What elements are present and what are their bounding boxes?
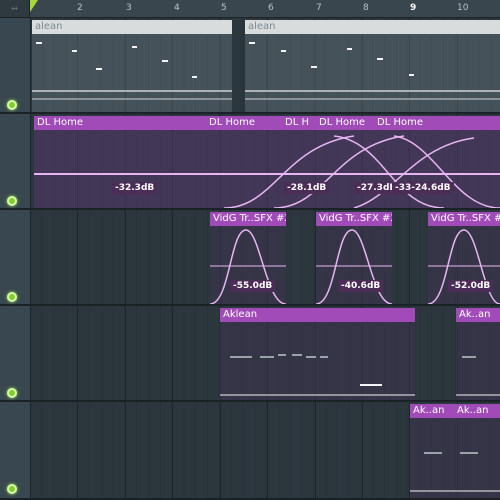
bar-number: 9 xyxy=(410,3,417,13)
volume-readout: -28.1dB xyxy=(284,182,330,194)
note xyxy=(230,356,252,358)
note xyxy=(32,90,232,92)
audio-clip-label: DL Home xyxy=(37,117,83,128)
track-header[interactable] xyxy=(0,210,30,306)
playlist-grid[interactable]: alean alean DL Home DL Home DL H DL Home… xyxy=(30,18,500,500)
note xyxy=(162,60,168,62)
clip-label: Aklean xyxy=(223,309,258,320)
note xyxy=(360,384,382,386)
note xyxy=(36,42,42,44)
clip-title[interactable]: Ak..an xyxy=(410,404,454,418)
track-enable-led[interactable] xyxy=(7,388,17,398)
note xyxy=(278,354,286,356)
audio-clip-title[interactable]: DL Home xyxy=(34,116,206,130)
track-header[interactable] xyxy=(0,114,30,210)
note xyxy=(72,50,77,52)
volume-readout: -55.0dB xyxy=(230,280,276,292)
note xyxy=(249,42,255,44)
clip-label: alean xyxy=(248,21,276,32)
track-header[interactable] xyxy=(0,18,30,114)
clip-title[interactable]: Ak..an xyxy=(454,404,500,418)
pattern-clip[interactable]: alean xyxy=(32,20,232,112)
bar-number: 2 xyxy=(77,3,83,13)
bar-line xyxy=(30,18,31,500)
track-header[interactable] xyxy=(0,402,30,500)
volume-readout: -33-24.6dB xyxy=(392,182,454,194)
track-enable-led[interactable] xyxy=(7,484,17,494)
bar-number: 10 xyxy=(457,3,469,13)
note xyxy=(132,46,137,48)
note xyxy=(192,76,197,78)
note xyxy=(311,66,317,68)
track-enable-led[interactable] xyxy=(7,196,17,206)
clip-label: alean xyxy=(35,21,63,32)
clip-label: Ak..an xyxy=(457,405,489,416)
bar-number: 8 xyxy=(363,3,369,13)
volume-readout: -32.3dB xyxy=(112,182,158,194)
bar-number: 6 xyxy=(268,3,274,13)
note xyxy=(306,356,316,358)
clip-label: Ak..an xyxy=(459,309,491,320)
note xyxy=(410,490,454,492)
note xyxy=(320,356,328,358)
playhead-marker[interactable] xyxy=(30,0,38,12)
clip-label: Ak..an xyxy=(413,405,445,416)
note xyxy=(456,394,500,396)
audio-clip-title[interactable]: DL Home xyxy=(206,116,282,130)
audio-clip-label: DL Home xyxy=(209,117,255,128)
clip-title[interactable]: alean xyxy=(245,20,500,34)
note xyxy=(32,98,232,100)
pattern-clip[interactable]: alean xyxy=(245,20,500,112)
track-header-column xyxy=(0,18,30,500)
zoom-toggle[interactable]: ↔ xyxy=(0,0,30,18)
clip-title[interactable]: Ak..an xyxy=(456,308,500,322)
note xyxy=(245,98,500,100)
timeline-ruler[interactable]: 2 3 4 5 6 7 8 9 10 xyxy=(30,0,500,18)
volume-readout: -40.6dB xyxy=(338,280,384,292)
bar-number: 7 xyxy=(316,3,322,13)
volume-readout: -52.0dB xyxy=(448,280,494,292)
note xyxy=(424,452,442,454)
audio-clip-title[interactable]: DL Home xyxy=(374,116,500,130)
note xyxy=(260,356,274,358)
note xyxy=(454,490,500,492)
note xyxy=(245,90,500,92)
note xyxy=(281,50,286,52)
track-enable-led[interactable] xyxy=(7,292,17,302)
clip-title[interactable]: Aklean xyxy=(220,308,415,322)
note xyxy=(462,356,476,358)
playlist-window: ↔ 2 3 4 5 6 7 8 9 10 alean alean DL Home… xyxy=(0,0,500,500)
note xyxy=(220,394,415,396)
clip-title[interactable]: alean xyxy=(32,20,232,34)
note xyxy=(460,452,478,454)
audio-clip-label: DL H xyxy=(285,117,309,128)
note xyxy=(292,354,302,356)
resize-arrows-icon: ↔ xyxy=(11,4,18,13)
audio-clip-label: DL Home xyxy=(319,117,365,128)
pattern-clip[interactable]: Aklean xyxy=(220,308,415,400)
audio-clip-title[interactable]: DL H xyxy=(282,116,316,130)
track-enable-led[interactable] xyxy=(7,100,17,110)
track-header[interactable] xyxy=(0,306,30,402)
bar-number: 5 xyxy=(221,3,227,13)
pattern-clip[interactable]: Ak..an xyxy=(454,404,500,498)
note xyxy=(377,58,383,60)
pattern-clip[interactable]: Ak..an xyxy=(456,308,500,400)
note xyxy=(347,48,352,50)
audio-clip-label: DL Home xyxy=(377,117,423,128)
audio-clip-title[interactable]: DL Home xyxy=(316,116,374,130)
note xyxy=(409,74,414,76)
bar-number: 3 xyxy=(126,3,132,13)
bar-number: 4 xyxy=(174,3,180,13)
pattern-clip[interactable]: Ak..an xyxy=(410,404,454,498)
note xyxy=(96,68,102,70)
